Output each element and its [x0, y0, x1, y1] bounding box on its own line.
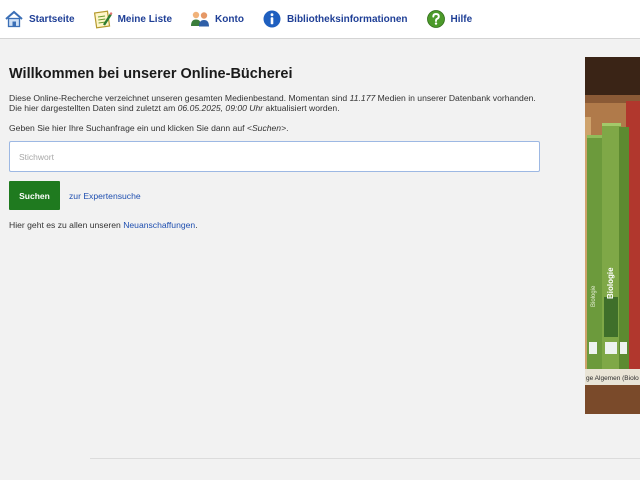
prompt-button-ref: <Suchen>: [246, 123, 287, 133]
news-text-part: .: [195, 220, 198, 230]
prompt-text-part: Geben Sie hier Ihre Suchanfrage ein und …: [9, 123, 247, 133]
home-icon: [5, 10, 23, 28]
expert-search-link[interactable]: zur Expertensuche: [69, 191, 141, 201]
prompt-text-part: .: [286, 123, 289, 133]
bookshelf-photo: Biologie Biologie ge Algemen (Biolo: [585, 57, 640, 414]
news-text-part: Hier geht es zu allen unseren: [9, 220, 124, 230]
main-content: Willkommen bei unserer Online-Bücherei D…: [9, 58, 549, 230]
spine-title: Biologie: [591, 285, 597, 307]
search-actions: Suchen zur Expertensuche: [9, 181, 549, 210]
footer-divider: [90, 458, 640, 459]
intro-text: Diese Online-Recherche verzeichnet unser…: [9, 93, 549, 113]
nav-item-meine-liste[interactable]: Meine Liste: [93, 9, 172, 29]
nav-label: Hilfe: [450, 13, 473, 25]
intro-text-part: Medien in unserer Datenbank vorhanden.: [375, 93, 536, 103]
new-acquisitions-text: Hier geht es zu allen unseren Neuanschaf…: [9, 220, 549, 230]
top-navigation: Startseite Meine Liste Konto Bibliotheks…: [0, 0, 640, 39]
media-count: 11.177: [349, 93, 376, 103]
intro-text-part: Diese Online-Recherche verzeichnet unser…: [9, 93, 350, 103]
page-title: Willkommen bei unserer Online-Bücherei: [9, 66, 293, 82]
nav-label: Startseite: [29, 13, 75, 25]
nav-item-startseite[interactable]: Startseite: [4, 9, 75, 29]
users-icon: [191, 11, 210, 27]
help-icon: [426, 10, 445, 28]
notepad-icon: [93, 10, 113, 29]
new-acquisitions-link[interactable]: Neuanschaffungen: [123, 220, 195, 230]
nav-item-hilfe[interactable]: Hilfe: [426, 9, 473, 29]
info-icon: [263, 10, 281, 28]
nav-item-konto[interactable]: Konto: [190, 9, 244, 29]
nav-item-bibliotheksinformationen[interactable]: Bibliotheksinformationen: [262, 9, 408, 29]
updated-text-part: aktualisiert worden.: [263, 103, 340, 113]
nav-label: Bibliotheksinformationen: [286, 13, 408, 25]
search-prompt: Geben Sie hier Ihre Suchanfrage ein und …: [9, 123, 549, 133]
updated-date: 06.05.2025, 09:00 Uhr: [177, 103, 264, 113]
nav-label: Meine Liste: [117, 13, 173, 25]
updated-text-part: Die hier dargestellten Daten sind zuletz…: [9, 103, 178, 113]
search-input[interactable]: [9, 141, 540, 172]
bookshelf-image: Biologie Biologie ge Algemen (Biolo: [585, 57, 640, 414]
search-button[interactable]: Suchen: [9, 181, 60, 210]
nav-label: Konto: [215, 13, 244, 25]
spine-title: Biologie: [606, 267, 615, 299]
shelf-label: ge Algemen (Biolo: [586, 375, 639, 382]
